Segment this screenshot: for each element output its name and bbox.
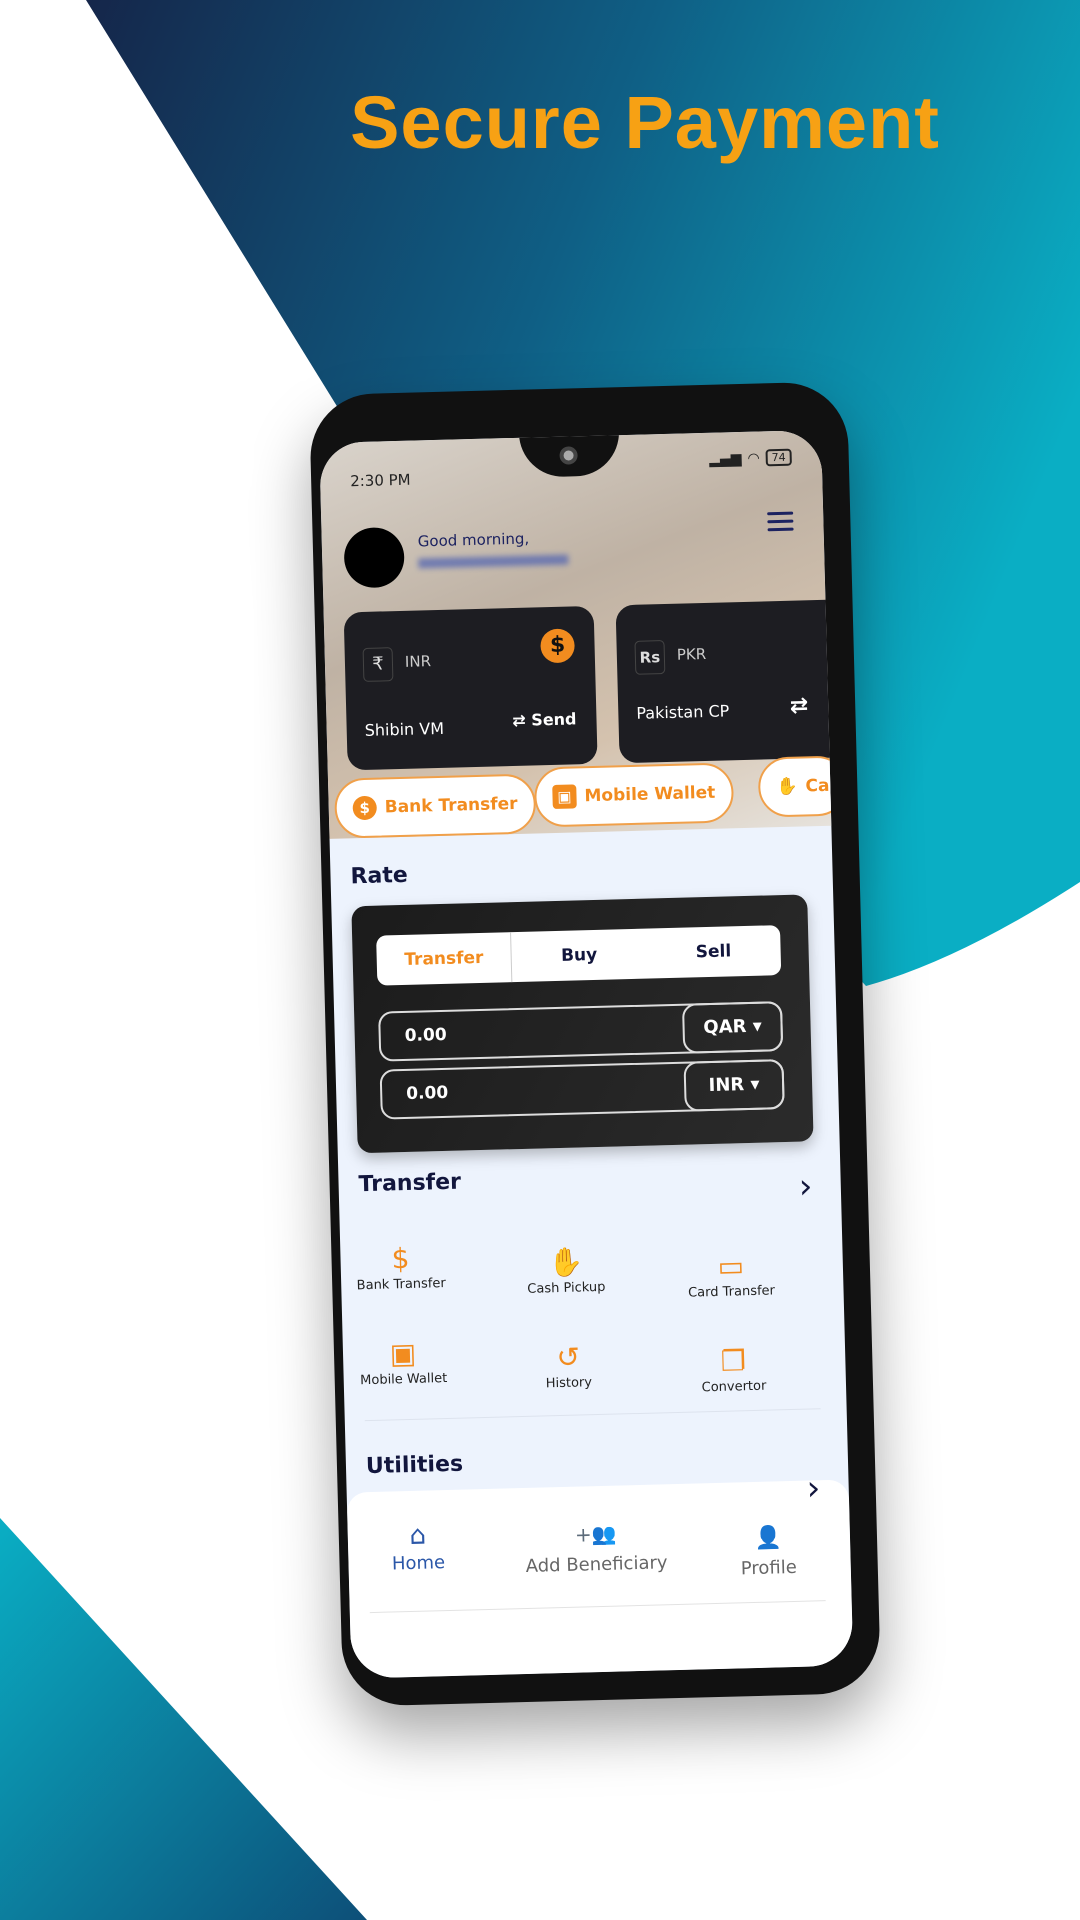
transfer-item-bank-transfer[interactable]: $ Bank Transfer — [320, 1239, 481, 1294]
status-time: 2:30 PM — [349, 470, 411, 491]
currency-code: PKR — [676, 644, 707, 664]
divider — [369, 1600, 826, 1614]
chip-bank-transfer[interactable]: $ Bank Transfer — [333, 773, 537, 839]
wifi-icon: ◠ — [747, 449, 760, 467]
rate-tabs: Transfer Buy Sell — [376, 925, 782, 986]
cash-pickup-icon: ✋ — [547, 1245, 584, 1280]
chevron-right-icon[interactable]: › — [806, 1468, 821, 1508]
history-icon: ↺ — [556, 1340, 581, 1375]
caret-down-icon: ▾ — [752, 1015, 763, 1037]
greeting: Good morning, — [417, 529, 530, 551]
beneficiary-name: Shibin VM — [364, 718, 445, 740]
bottom-nav: › ⌂ Home +👥 Add Beneficiary 👤 Profile — [346, 1468, 854, 1679]
battery-icon: 74 — [765, 448, 792, 467]
dollar-icon: $ — [540, 628, 576, 664]
amount-value: 0.00 — [404, 1024, 447, 1046]
nav-label: Home — [391, 1552, 446, 1575]
currency-code: INR — [404, 652, 432, 671]
wallet-icon: ▣ — [389, 1336, 417, 1371]
home-icon: ⌂ — [409, 1520, 427, 1552]
phone-mockup: 2:30 PM ▂▄▆ ◠ 74 Good morning, ₹ INR $ S… — [308, 381, 882, 1707]
to-amount-input[interactable]: 0.00 INR ▾ — [379, 1059, 785, 1120]
currency-label: INR — [708, 1074, 745, 1097]
transfer-item-history[interactable]: ↺ History — [488, 1338, 649, 1393]
status-icons: ▂▄▆ ◠ 74 — [708, 448, 792, 468]
caret-down-icon: ▾ — [750, 1073, 760, 1095]
rupee-pkr-icon: Rs — [634, 640, 666, 675]
from-currency-select[interactable]: QAR ▾ — [681, 1001, 784, 1054]
camera-icon — [559, 446, 578, 465]
profile-icon: 👤 — [753, 1525, 783, 1551]
amount-value: 0.00 — [405, 1082, 449, 1104]
rate-panel: Transfer Buy Sell 0.00 QAR ▾ 0.00 INR ▾ — [351, 894, 814, 1154]
menu-icon[interactable] — [767, 507, 794, 537]
tab-transfer[interactable]: Transfer — [376, 932, 513, 986]
rupee-icon: ₹ — [362, 647, 394, 682]
chip-label: Mobile Wallet — [584, 782, 716, 807]
dollar-icon: $ — [391, 1241, 410, 1276]
item-label: History — [545, 1375, 593, 1392]
transfer-item-card-transfer[interactable]: ▭ Card Transfer — [650, 1246, 811, 1301]
dollar-icon: $ — [352, 795, 378, 821]
beneficiary-name: Pakistan CP — [636, 701, 730, 723]
item-label: Cash Pickup — [527, 1279, 606, 1297]
signal-icon: ▂▄▆ — [708, 450, 742, 468]
currency-label: QAR — [703, 1016, 747, 1039]
item-label: Card Transfer — [687, 1283, 776, 1301]
card-icon: ▭ — [717, 1249, 745, 1283]
transfer-item-convertor[interactable]: ❐ Convertor — [653, 1341, 814, 1396]
currency-card-pkr[interactable]: Rs PKR Pakistan CP ⇄ — [615, 599, 854, 764]
chip-label: Ca — [805, 775, 830, 797]
nav-home[interactable]: ⌂ Home — [337, 1519, 498, 1576]
send-button[interactable]: ⇄ Send — [512, 709, 577, 730]
swap-icon: ⇄ — [512, 710, 532, 731]
nav-label: Add Beneficiary — [525, 1552, 668, 1577]
chevron-right-icon[interactable]: › — [798, 1166, 813, 1206]
cash-pickup-icon: ✋ — [776, 776, 798, 798]
item-label: Mobile Wallet — [359, 1370, 448, 1389]
tab-buy[interactable]: Buy — [511, 929, 647, 982]
headline: Secure Payment — [350, 81, 940, 164]
transfer-item-mobile-wallet[interactable]: ▣ Mobile Wallet — [323, 1334, 484, 1389]
app-screen: 2:30 PM ▂▄▆ ◠ 74 Good morning, ₹ INR $ S… — [319, 429, 854, 1679]
item-label: Convertor — [701, 1378, 767, 1396]
chip-label: Bank Transfer — [384, 793, 518, 818]
from-amount-input[interactable]: 0.00 QAR ▾ — [378, 1001, 784, 1062]
utilities-heading: Utilities — [365, 1451, 464, 1480]
copy-icon: ❐ — [720, 1344, 747, 1378]
chip-mobile-wallet[interactable]: ▣ Mobile Wallet — [533, 762, 735, 828]
currency-card-inr[interactable]: ₹ INR $ Shibin VM ⇄ Send — [343, 605, 598, 771]
nav-profile[interactable]: 👤 Profile — [688, 1524, 849, 1581]
swap-icon[interactable]: ⇄ — [789, 693, 808, 718]
transfer-item-cash-pickup[interactable]: ✋ Cash Pickup — [485, 1243, 646, 1298]
item-label: Bank Transfer — [356, 1275, 446, 1294]
wallet-icon: ▣ — [552, 784, 577, 810]
tab-sell[interactable]: Sell — [646, 925, 782, 978]
nav-label: Profile — [740, 1556, 798, 1580]
send-label: Send — [531, 709, 577, 730]
transfer-heading: Transfer — [358, 1169, 462, 1198]
to-currency-select[interactable]: INR ▾ — [683, 1059, 785, 1112]
add-user-icon: +👥 — [574, 1521, 617, 1547]
divider — [364, 1408, 821, 1422]
chip-cash-pickup[interactable]: ✋ Ca — [757, 755, 849, 818]
rate-heading: Rate — [350, 862, 409, 890]
nav-add-beneficiary[interactable]: +👥 Add Beneficiary — [496, 1520, 697, 1578]
